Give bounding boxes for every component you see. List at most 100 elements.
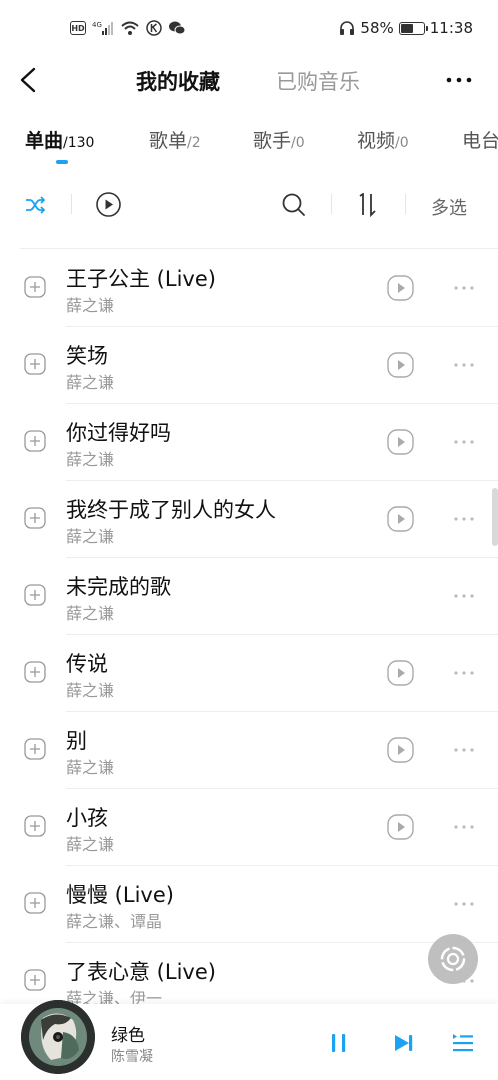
song-title: 未完成的歌 <box>66 575 171 599</box>
add-icon[interactable] <box>24 661 46 683</box>
song-row[interactable]: 别薛之谦 <box>0 712 498 789</box>
add-icon[interactable] <box>24 430 46 452</box>
add-icon[interactable] <box>24 892 46 914</box>
k-app-icon <box>146 20 162 36</box>
add-icon[interactable] <box>24 353 46 375</box>
list-toolbar: 多选 <box>0 180 498 230</box>
search-icon[interactable] <box>281 192 307 218</box>
add-icon[interactable] <box>24 584 46 606</box>
song-title: 王子公主 (Live) <box>66 267 216 291</box>
mv-play-icon[interactable] <box>387 660 414 686</box>
float-recognize-icon <box>440 946 466 972</box>
more-icon[interactable] <box>444 70 474 90</box>
active-tab-indicator <box>56 160 68 164</box>
tab-singers[interactable]: 歌手/0 <box>253 126 305 153</box>
status-bar: HD 4G 58% 11:38 <box>0 0 498 58</box>
category-tabs: 单曲/130 歌单/2 歌手/0 视频/0 电台 <box>0 122 498 170</box>
scrollbar[interactable] <box>492 488 498 546</box>
song-title: 小孩 <box>66 806 108 830</box>
row-more-icon[interactable] <box>452 278 476 298</box>
row-more-icon[interactable] <box>452 894 476 914</box>
add-icon[interactable] <box>24 969 46 991</box>
now-playing-title: 绿色 <box>111 1026 145 1046</box>
song-artist: 薛之谦 <box>66 835 115 854</box>
status-right: 58% 11:38 <box>339 19 473 37</box>
song-row[interactable]: 慢慢 (Live) 薛之谦、谭晶 <box>0 866 498 943</box>
wifi-icon <box>121 21 139 35</box>
tab-label: 视频 <box>357 130 396 152</box>
song-row[interactable]: 未完成的歌 薛之谦 <box>0 558 498 635</box>
song-row[interactable]: 小孩 薛之谦 <box>0 789 498 866</box>
status-left: HD 4G <box>70 20 186 36</box>
shuffle-icon[interactable] <box>24 194 46 216</box>
svg-text:4G: 4G <box>92 21 102 29</box>
row-more-icon[interactable] <box>452 509 476 529</box>
add-icon[interactable] <box>24 815 46 837</box>
row-more-icon[interactable] <box>452 586 476 606</box>
tab-count: /0 <box>395 135 409 151</box>
song-row[interactable]: 你过得好吗 薛之谦 <box>0 404 498 481</box>
signal-icon: 4G <box>92 21 113 35</box>
song-title: 了表心意 (Live) <box>66 960 216 984</box>
tab-count: /130 <box>63 135 95 151</box>
header: 我的收藏 已购音乐 <box>0 58 498 102</box>
next-icon[interactable] <box>392 1031 416 1055</box>
mv-play-icon[interactable] <box>387 275 414 301</box>
song-artist: 薛之谦 <box>66 527 115 546</box>
song-title: 我终于成了别人的女人 <box>66 498 276 522</box>
tab-songs[interactable]: 单曲/130 <box>25 126 94 153</box>
mv-play-icon[interactable] <box>387 352 414 378</box>
tab-count: /2 <box>187 135 201 151</box>
play-circle-icon[interactable] <box>95 191 122 218</box>
row-more-icon[interactable] <box>452 432 476 452</box>
tab-label: 歌单 <box>149 130 188 152</box>
tab-label: 单曲 <box>25 130 64 152</box>
song-title: 笑场 <box>66 344 108 368</box>
battery-level <box>400 23 413 33</box>
song-row[interactable]: 传说 薛之谦 <box>0 635 498 712</box>
add-icon[interactable] <box>24 738 46 760</box>
row-more-icon[interactable] <box>452 663 476 683</box>
album-art[interactable] <box>21 1000 95 1074</box>
mv-play-icon[interactable] <box>387 506 414 532</box>
song-title: 别 <box>66 729 87 753</box>
now-playing-artist: 陈雪凝 <box>111 1049 153 1065</box>
song-row[interactable]: 笑场 薛之谦 <box>0 327 498 404</box>
song-row[interactable]: 我终于成了别人的女人薛之谦 <box>0 481 498 558</box>
toolbar-divider <box>405 194 406 214</box>
tab-count: /0 <box>291 135 305 151</box>
clock: 11:38 <box>429 19 473 37</box>
song-artist: 薛之谦 <box>66 373 115 392</box>
add-icon[interactable] <box>24 507 46 529</box>
wechat-icon <box>169 21 186 35</box>
tab-videos[interactable]: 视频/0 <box>357 126 409 153</box>
toolbar-divider-line <box>20 248 498 249</box>
purchased-music-tab[interactable]: 已购音乐 <box>276 66 360 96</box>
row-more-icon[interactable] <box>452 355 476 375</box>
song-row[interactable]: 王子公主 (Live) 薛之谦 <box>0 250 498 327</box>
row-more-icon[interactable] <box>452 817 476 837</box>
sort-icon[interactable] <box>355 193 381 217</box>
add-icon[interactable] <box>24 276 46 298</box>
row-more-icon[interactable] <box>452 740 476 760</box>
float-recognize-button[interactable] <box>428 934 478 984</box>
song-artist: 薛之谦、谭晶 <box>66 912 163 931</box>
playlist-icon[interactable] <box>451 1031 475 1055</box>
song-artist: 薛之谦 <box>66 758 115 777</box>
mv-play-icon[interactable] <box>387 814 414 840</box>
song-artist: 薛之谦 <box>66 681 115 700</box>
toolbar-divider <box>71 194 72 214</box>
song-artist: 薛之谦 <box>66 450 115 469</box>
pause-icon[interactable] <box>329 1031 349 1055</box>
tab-radio[interactable]: 电台 <box>462 126 498 153</box>
mini-player[interactable]: 绿色 陈雪凝 <box>0 1000 498 1080</box>
page-title[interactable]: 我的收藏 <box>136 66 220 96</box>
back-arrow-icon[interactable] <box>15 64 45 96</box>
multi-select-button[interactable]: 多选 <box>431 194 467 220</box>
mv-play-icon[interactable] <box>387 429 414 455</box>
battery-icon <box>398 21 428 35</box>
mv-play-icon[interactable] <box>387 737 414 763</box>
tab-label: 歌手 <box>253 130 292 152</box>
tab-playlists[interactable]: 歌单/2 <box>149 126 201 153</box>
song-artist: 薛之谦 <box>66 604 115 623</box>
